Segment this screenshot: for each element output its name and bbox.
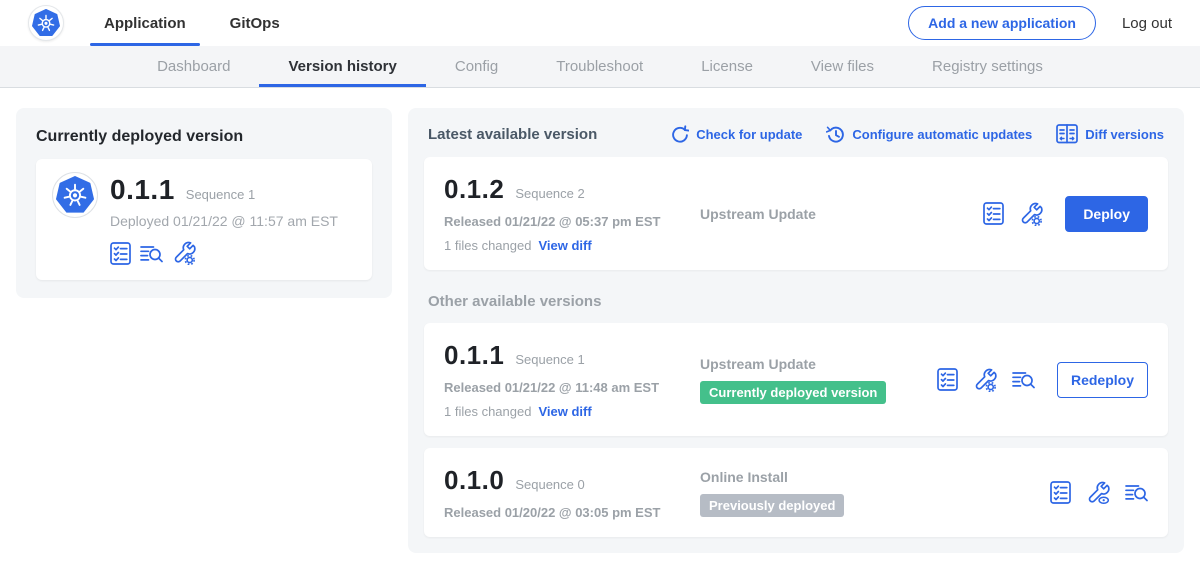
previously-deployed-badge: Previously deployed: [700, 494, 844, 517]
tab-registry-settings[interactable]: Registry settings: [903, 46, 1072, 87]
version-number: 0.1.2: [444, 174, 504, 205]
view-diff-link[interactable]: View diff: [538, 404, 591, 419]
deployed-version-number: 0.1.1: [110, 174, 175, 206]
diff-versions-icon: [1056, 124, 1078, 144]
currently-deployed-title: Currently deployed version: [36, 128, 372, 146]
version-source-label: Upstream Update: [700, 206, 975, 222]
edit-config-icon[interactable]: [973, 368, 997, 392]
tab-license[interactable]: License: [672, 46, 782, 87]
version-card-0-1-2: 0.1.2 Sequence 2 Released 01/21/22 @ 05:…: [424, 157, 1168, 270]
version-history-page: Currently deployed version 0.1.1 Sequenc…: [0, 88, 1200, 564]
app-tabs: Application GitOps: [90, 0, 310, 46]
diff-versions-label: Diff versions: [1085, 127, 1164, 142]
configure-automatic-updates-label: Configure automatic updates: [852, 127, 1032, 142]
version-source-label: Online Install: [700, 469, 1042, 485]
top-navigation-bar: Application GitOps Add a new application…: [0, 0, 1200, 46]
preflight-checks-icon[interactable]: [937, 368, 958, 391]
currently-deployed-badge: Currently deployed version: [700, 381, 886, 404]
sequence-label: Sequence 2: [515, 186, 584, 201]
tab-gitops[interactable]: GitOps: [216, 0, 294, 46]
preflight-checks-icon[interactable]: [110, 242, 131, 265]
deploy-logs-icon[interactable]: [1125, 482, 1148, 503]
files-changed-label: 1 files changed: [444, 238, 531, 253]
released-timestamp: Released 01/21/22 @ 11:48 am EST: [444, 380, 692, 395]
tab-troubleshoot[interactable]: Troubleshoot: [527, 46, 672, 87]
sequence-label: Sequence 1: [515, 352, 584, 367]
check-for-update-link[interactable]: Check for update: [670, 125, 802, 144]
version-number: 0.1.0: [444, 465, 504, 496]
edit-config-icon[interactable]: [172, 241, 196, 265]
kubernetes-logo-icon: [28, 5, 64, 41]
tab-config[interactable]: Config: [426, 46, 527, 87]
latest-available-title: Latest available version: [428, 126, 597, 143]
logout-link[interactable]: Log out: [1122, 15, 1172, 32]
released-timestamp: Released 01/20/22 @ 03:05 pm EST: [444, 505, 692, 520]
section-tabs: Dashboard Version history Config Trouble…: [0, 46, 1200, 88]
configure-automatic-updates-link[interactable]: Configure automatic updates: [826, 125, 1032, 144]
automatic-updates-clock-icon: [826, 125, 845, 144]
version-number: 0.1.1: [444, 340, 504, 371]
released-timestamp: Released 01/21/22 @ 05:37 pm EST: [444, 214, 692, 229]
version-source-label: Upstream Update: [700, 356, 929, 372]
tab-application[interactable]: Application: [90, 0, 200, 46]
preflight-checks-icon[interactable]: [983, 202, 1004, 225]
version-card-0-1-1: 0.1.1 Sequence 1 Released 01/21/22 @ 11:…: [424, 323, 1168, 436]
edit-config-icon[interactable]: [1019, 202, 1043, 226]
deploy-logs-icon[interactable]: [1012, 369, 1035, 390]
sequence-label: Sequence 0: [515, 477, 584, 492]
app-kubernetes-logo-icon: [52, 172, 98, 218]
preflight-checks-icon[interactable]: [1050, 481, 1071, 504]
files-changed-label: 1 files changed: [444, 404, 531, 419]
tab-dashboard[interactable]: Dashboard: [128, 46, 259, 87]
deployed-sequence-label: Sequence 1: [186, 187, 255, 202]
currently-deployed-card: 0.1.1 Sequence 1 Deployed 01/21/22 @ 11:…: [36, 159, 372, 280]
check-for-update-icon: [670, 125, 689, 144]
tab-view-files[interactable]: View files: [782, 46, 903, 87]
add-new-application-button[interactable]: Add a new application: [908, 6, 1096, 40]
other-available-versions-title: Other available versions: [428, 293, 1164, 310]
view-config-icon[interactable]: [1086, 481, 1110, 505]
deploy-button[interactable]: Deploy: [1065, 196, 1148, 232]
diff-versions-link[interactable]: Diff versions: [1056, 124, 1164, 144]
tab-version-history[interactable]: Version history: [259, 46, 425, 87]
view-diff-link[interactable]: View diff: [538, 238, 591, 253]
available-versions-panel: Latest available version Check for updat…: [408, 108, 1184, 553]
deploy-logs-icon[interactable]: [140, 243, 163, 264]
check-for-update-label: Check for update: [696, 127, 802, 142]
redeploy-button[interactable]: Redeploy: [1057, 362, 1148, 398]
currently-deployed-panel: Currently deployed version 0.1.1 Sequenc…: [16, 108, 392, 298]
version-card-0-1-0: 0.1.0 Sequence 0 Released 01/20/22 @ 03:…: [424, 448, 1168, 537]
deployed-timestamp: Deployed 01/21/22 @ 11:57 am EST: [110, 213, 338, 229]
